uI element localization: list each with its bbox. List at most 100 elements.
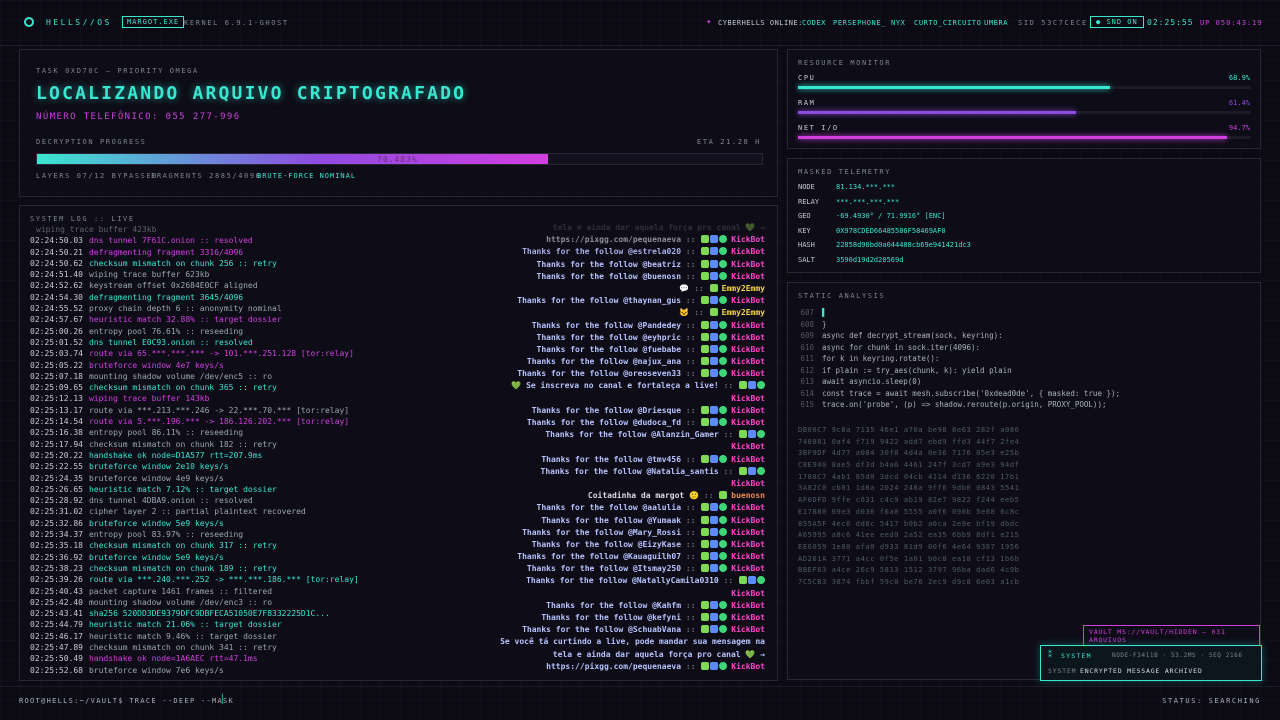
chat-username[interactable]: KickBot (731, 406, 765, 415)
log-message: dns tunnel 4DBA9.onion :: resolved (88, 496, 253, 506)
chat-username[interactable]: KickBot (731, 625, 765, 634)
online-user[interactable]: CODEX (802, 19, 826, 27)
hex-line: 855A5F 4ec6 dd8c 5417 b0b2 a0ca 2e9e bf1… (798, 519, 1020, 528)
chat-message: Thanks for the follow @Pandedey :: KickB… (345, 320, 765, 332)
chat-text: Thanks for the follow @Alanzin_Gamer (545, 430, 719, 440)
verified-badge-icon (701, 332, 710, 341)
online-user[interactable]: PERSEPHONE_ (833, 19, 886, 27)
chat-username[interactable]: KickBot (731, 357, 765, 366)
log-message: handshake ok node=D1A577 rtt=207.9ms (88, 450, 263, 460)
chat-text: Thanks for the follow @fuebabe (536, 344, 682, 354)
sub-badge-icon (757, 381, 765, 390)
online-user[interactable]: UMBRA (984, 19, 1008, 27)
bot-badge-icon (748, 430, 756, 439)
chat-username[interactable]: KickBot (731, 247, 765, 256)
online-user[interactable]: NYX (891, 19, 905, 27)
log-message: route via ***.240.***.252 -> ***.***.186… (88, 575, 359, 585)
telemetry-row: KEY 0X978CDED66485586F58469AF0 (798, 224, 971, 239)
chat-sep: :: (681, 454, 701, 464)
chat-username[interactable]: KickBot (731, 235, 765, 244)
chat-message: KickBot (345, 478, 765, 490)
chat-username[interactable]: KickBot (731, 333, 765, 342)
log-message: bruteforce window 2e10 keys/s (88, 462, 229, 472)
chat-sep: :: (718, 381, 738, 391)
chat-username[interactable]: KickBot (731, 272, 765, 281)
chat-username[interactable]: KickBot (731, 662, 765, 671)
sub-badge-icon (719, 552, 728, 561)
chat-username[interactable]: KickBot (731, 321, 765, 330)
bot-badge-icon (710, 320, 719, 329)
clock: 02:25:55 (1147, 18, 1194, 27)
system-toast[interactable]: ⁑ SYSTEM NODE-F3411B · 53.2MS · SEQ 2166… (1040, 645, 1262, 681)
log-timestamp: 02:24:50.62 (30, 258, 83, 268)
chat-sep: :: (681, 613, 701, 622)
chat-text: Thanks for the follow @najux_ana (526, 357, 682, 367)
bot-badge-icon (710, 515, 719, 524)
log-timestamp: 02:25:26.65 (30, 484, 83, 494)
chat-text: Thanks for the follow @Driesque (531, 405, 682, 415)
chat-sep: :: (689, 308, 709, 318)
command-prompt[interactable]: ROOT@HELLS:~/VAULT$ TRACE --DEEP --MASK … (0, 686, 1280, 720)
log-timestamp: 02:25:00.26 (30, 326, 83, 336)
resource-value: 68.9% (1228, 74, 1250, 82)
vault-link[interactable]: VAULT MS://VAULT/HIDDEN — 031 ARQUIVOS (1083, 625, 1260, 647)
chat-username[interactable]: buenosn (731, 491, 765, 500)
hex-line: EE6059 1e80 afa0 d933 81d9 00f6 4e64 938… (798, 542, 1020, 551)
line-number: 609 (800, 331, 814, 340)
chat-text: Thanks for the follow @Kauaguilh07 (517, 552, 682, 562)
chat-username[interactable]: KickBot (731, 296, 765, 305)
chat-username[interactable]: KickBot (731, 528, 765, 537)
chat-username[interactable]: KickBot (731, 260, 765, 269)
process-badge[interactable]: MARGOT.EXE (122, 16, 185, 28)
chat-message: Thanks for the follow @tmv456 :: KickBot (345, 454, 765, 466)
chat-username[interactable]: KickBot (731, 564, 765, 573)
progress-label: DECRYPTION PROGRESS (36, 138, 147, 146)
chat-username[interactable]: KickBot (731, 418, 765, 427)
chat-username[interactable]: KickBot (731, 516, 765, 525)
chat-message: Thanks for the follow @Itsmay250 :: Kick… (345, 563, 765, 575)
online-user[interactable]: CURTO_CIRCUITO (914, 19, 981, 27)
chat-username[interactable]: KickBot (731, 479, 765, 488)
chat-username[interactable]: KickBot (731, 503, 765, 512)
log-timestamp: 02:25:47.89 (30, 642, 83, 652)
chat-sep: :: (718, 430, 738, 440)
chat-username[interactable]: Emmy2Emmy (722, 308, 765, 317)
chat-message: Thanks for the follow @kefyni :: KickBot (345, 612, 765, 624)
log-message: route via ***.213.***.246 -> 22.***.70.*… (88, 405, 350, 415)
chat-text: Thanks for the follow @kefyni (541, 613, 682, 622)
sub-badge-icon (719, 527, 728, 536)
verified-badge-icon (701, 320, 710, 329)
chat-username[interactable]: KickBot (731, 589, 765, 598)
chat-username[interactable]: KickBot (731, 369, 765, 378)
log-timestamp: 02:25:03.74 (30, 349, 83, 359)
chat-username[interactable]: KickBot (731, 613, 765, 622)
chat-text: Thanks for the follow @Mary_Rossi (522, 527, 682, 537)
telemetry-key: GEO (798, 212, 811, 221)
chat-sep: :: (681, 320, 701, 330)
chat-sep: :: (681, 503, 701, 513)
chat-username[interactable]: KickBot (731, 601, 765, 610)
bot-badge-icon (710, 259, 719, 268)
code-text: for k in keyring.rotate(): (822, 354, 940, 363)
logo-icon (24, 17, 34, 27)
chat-username[interactable]: KickBot (731, 442, 765, 451)
chat-username[interactable]: KickBot (731, 394, 765, 403)
chat-message: Thanks for the follow @beatriz :: KickBo… (345, 259, 765, 271)
verified-badge-icon (701, 527, 710, 536)
chat-username[interactable]: KickBot (731, 455, 765, 464)
verified-badge-icon (739, 576, 747, 585)
log-message: sha256 520DD3DE9379DFC9DBFECA51050E7F833… (88, 609, 330, 619)
log-message: mounting shadow volume /dev/enc5 :: ro (88, 371, 273, 381)
code-text: const trace = await mesh.subscribe('0xde… (822, 388, 1121, 398)
resource-bar (798, 136, 1251, 139)
sound-toggle[interactable]: ● SND ON (1090, 16, 1144, 28)
chat-text: Thanks for the follow @oreoseven33 (517, 369, 682, 379)
chat-username[interactable]: KickBot (731, 540, 765, 549)
chat-username[interactable]: KickBot (731, 345, 765, 354)
log-message: handshake ok node=1A6AEC rtt=47.1ms (88, 654, 258, 664)
chat-username[interactable]: KickBot (731, 552, 765, 561)
sub-badge-icon (757, 576, 765, 585)
resource-value: 61.4% (1228, 99, 1250, 107)
chat-text: Thanks for the follow @estrela020 (522, 247, 682, 257)
chat-username[interactable]: Emmy2Emmy (722, 284, 765, 293)
